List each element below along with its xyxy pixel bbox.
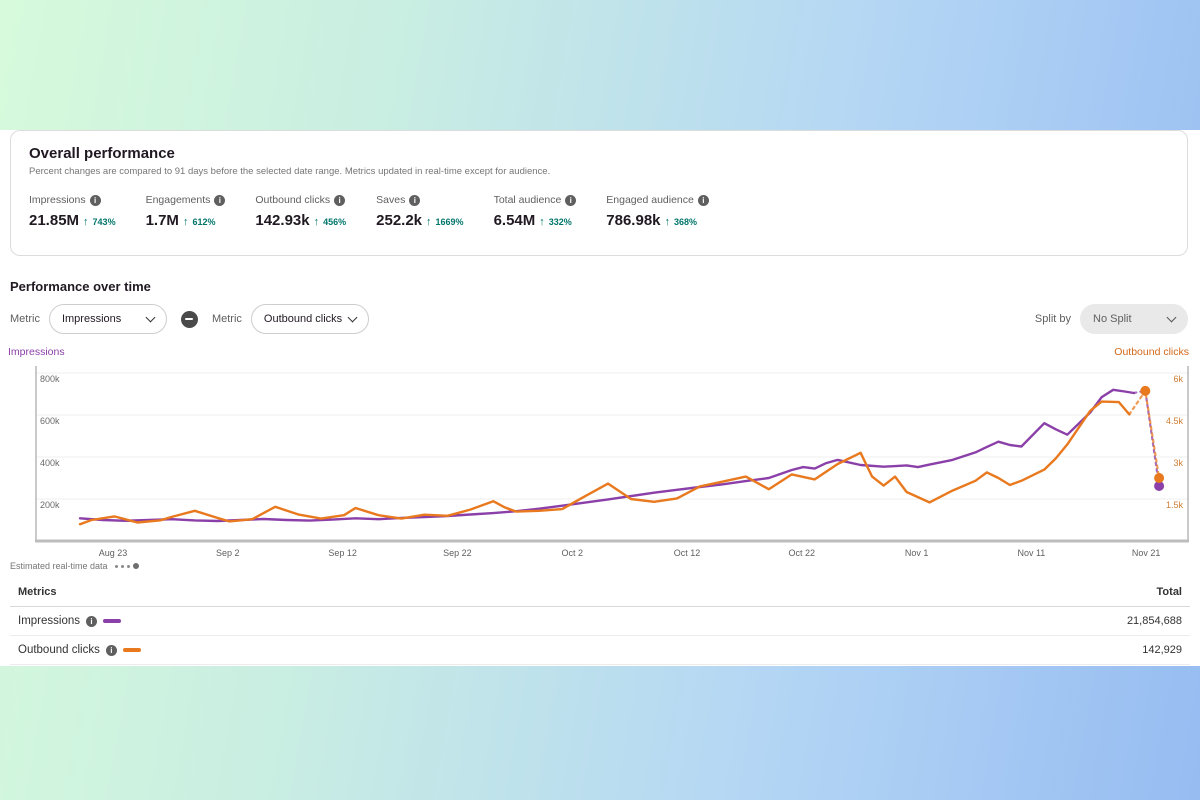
right-axis-series-label: Outbound clicks	[1114, 346, 1189, 358]
svg-text:1.5k: 1.5k	[1166, 500, 1184, 510]
metric-label: Engaged audience	[606, 194, 694, 206]
metric-engaged-audience: Engaged audience i 786.98k ↑368%	[606, 194, 709, 229]
svg-text:Nov 1: Nov 1	[905, 548, 929, 558]
split-by-select-value: No Split	[1093, 313, 1132, 325]
metric-outbound-clicks: Outbound clicks i 142.93k ↑456%	[255, 194, 346, 229]
overall-performance-card: Overall performance Percent changes are …	[10, 130, 1188, 256]
performance-over-time-title: Performance over time	[10, 279, 151, 294]
row-label: Impressions	[18, 615, 80, 627]
metric-engagements: Engagementsi 1.7M ↑612%	[146, 194, 226, 229]
metric-total-audience: Total audiencei 6.54M↑ 332%	[494, 194, 577, 229]
table-row-impressions: Impressions i 21,854,688	[10, 607, 1190, 636]
table-row-outbound-clicks: Outbound clicks i 142,929	[10, 636, 1190, 665]
up-arrow-icon: ↑	[183, 216, 189, 228]
metric1-select-value: Impressions	[62, 313, 121, 325]
split-by-label: Split by	[1035, 313, 1071, 325]
estimated-data-label: Estimated real-time data	[10, 561, 108, 571]
metric-value: 786.98k	[606, 212, 660, 229]
metric-value: 21.85M	[29, 212, 79, 229]
row-label: Outbound clicks	[18, 644, 100, 656]
metric-label-1: Metric	[10, 313, 40, 325]
svg-text:400k: 400k	[40, 458, 60, 468]
outbound-clicks-line-swatch	[123, 648, 141, 652]
info-icon[interactable]: i	[86, 616, 97, 627]
info-icon[interactable]: i	[334, 195, 345, 206]
chart-area: 800k 6k 600k 4.5k 400k 3k 200k 1.5k Aug 23 Sep 2 S…	[0, 360, 1200, 572]
metric-value: 1.7M	[146, 212, 179, 229]
svg-text:Oct 2: Oct 2	[561, 548, 583, 558]
metric-saves: Savesi 252.2k ↑ 1669%	[376, 194, 463, 229]
table-header: Metrics Total	[10, 582, 1190, 607]
svg-text:Sep 2: Sep 2	[216, 548, 240, 558]
svg-text:800k: 800k	[40, 374, 60, 384]
overall-subtitle: Percent changes are compared to 91 days …	[29, 166, 1187, 177]
axis-series-labels: Impressions Outbound clicks	[8, 346, 1189, 358]
info-icon[interactable]: i	[565, 195, 576, 206]
metric1-select[interactable]: Impressions	[49, 304, 167, 334]
performance-chart: 800k 6k 600k 4.5k 400k 3k 200k 1.5k Aug 23 Sep 2 S…	[0, 360, 1200, 572]
svg-text:6k: 6k	[1173, 374, 1183, 384]
remove-metric-button[interactable]	[181, 311, 198, 328]
info-icon[interactable]: i	[214, 195, 225, 206]
svg-text:Nov 21: Nov 21	[1132, 548, 1161, 558]
chevron-down-icon	[347, 312, 357, 322]
metric-label: Saves	[376, 194, 405, 206]
estimated-data-legend: Estimated real-time data	[10, 561, 139, 571]
svg-text:Sep 22: Sep 22	[443, 548, 472, 558]
info-icon[interactable]: i	[106, 645, 117, 656]
svg-text:3k: 3k	[1173, 458, 1183, 468]
svg-text:200k: 200k	[40, 500, 60, 510]
metric-label-2: Metric	[212, 313, 242, 325]
info-icon[interactable]: i	[698, 195, 709, 206]
svg-text:Oct 22: Oct 22	[789, 548, 816, 558]
metric-change: 368%	[674, 217, 697, 227]
up-arrow-icon: ↑	[314, 216, 320, 228]
split-by-select[interactable]: No Split	[1080, 304, 1188, 334]
metrics-row: Impressionsi 21.85M↑743% Engagementsi 1.…	[29, 194, 1187, 229]
metric-change: 743%	[93, 217, 116, 227]
svg-text:Sep 12: Sep 12	[328, 548, 357, 558]
table-header-total: Total	[1157, 586, 1182, 598]
metric-label: Engagements	[146, 194, 211, 206]
up-arrow-icon: ↑	[83, 216, 89, 228]
metric-change: 1669%	[436, 217, 464, 227]
svg-text:Nov 11: Nov 11	[1017, 548, 1045, 558]
overall-title: Overall performance	[29, 145, 1187, 162]
metric-change: 332%	[549, 217, 572, 227]
metric-value: 6.54M	[494, 212, 536, 229]
svg-text:Oct 12: Oct 12	[674, 548, 701, 558]
metrics-table: Metrics Total Impressions i 21,854,688 O…	[10, 582, 1190, 665]
chevron-down-icon	[1167, 312, 1177, 322]
up-arrow-icon: ↑	[539, 216, 545, 228]
chart-controls: Metric Impressions Metric Outbound click…	[10, 304, 1188, 334]
svg-text:4.5k: 4.5k	[1166, 416, 1184, 426]
chevron-down-icon	[146, 312, 156, 322]
info-icon[interactable]: i	[90, 195, 101, 206]
up-arrow-icon: ↑	[426, 216, 432, 228]
dotted-line-icon	[115, 563, 139, 569]
metric-label: Impressions	[29, 194, 86, 206]
metric2-select-value: Outbound clicks	[264, 313, 342, 325]
up-arrow-icon: ↑	[665, 216, 671, 228]
metric2-select[interactable]: Outbound clicks	[251, 304, 369, 334]
analytics-page: Overall performance Percent changes are …	[0, 0, 1200, 800]
impressions-line-swatch	[103, 619, 121, 623]
svg-text:Aug 23: Aug 23	[99, 548, 128, 558]
left-axis-series-label: Impressions	[8, 346, 65, 358]
metric-value: 252.2k	[376, 212, 422, 229]
info-icon[interactable]: i	[409, 195, 420, 206]
metric-change: 612%	[192, 217, 215, 227]
minus-icon	[185, 318, 193, 320]
metric-impressions: Impressions i 21.85M ↑ 743%	[29, 194, 116, 229]
metric-label: Total audience	[494, 194, 562, 206]
svg-text:600k: 600k	[40, 416, 60, 426]
metric-change: 456%	[323, 217, 346, 227]
metric-label: Outbound clicks	[255, 194, 330, 206]
row-total: 21,854,688	[1127, 615, 1182, 627]
row-total: 142,929	[1142, 644, 1182, 656]
table-header-metrics: Metrics	[18, 586, 57, 598]
metric-value: 142.93k	[255, 212, 309, 229]
